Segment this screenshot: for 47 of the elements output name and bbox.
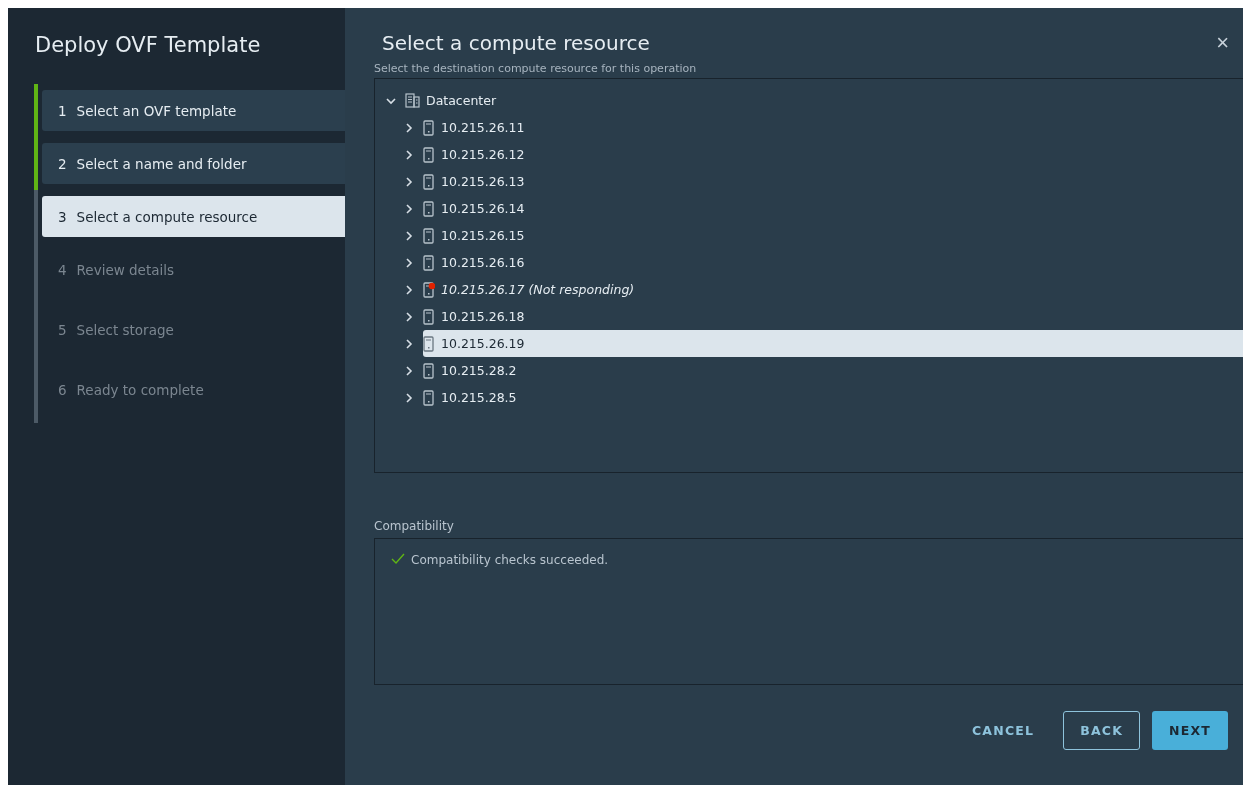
chevron-right-icon[interactable] [403, 229, 415, 242]
server-alert-icon [423, 281, 435, 298]
chevron-right-icon[interactable] [403, 310, 415, 323]
section-label: Compatibility [374, 519, 455, 533]
server-icon [423, 200, 435, 217]
tree-node[interactable]: 10.215.28.2 [423, 357, 1243, 384]
server-icon [423, 308, 435, 325]
wizard-step[interactable]: 1 Select an OVF template [42, 90, 345, 131]
back-button[interactable]: BACK [1063, 711, 1141, 750]
tree-node[interactable]: 10.215.26.17 (Not responding) [423, 276, 1243, 303]
wizard-step[interactable]: 3 Select a compute resource [42, 196, 345, 237]
server-icon [423, 335, 435, 352]
tree-node[interactable]: Datacenter [405, 87, 1243, 114]
next-button[interactable]: NEXT [1152, 711, 1228, 750]
chevron-right-icon[interactable] [403, 256, 415, 269]
wizard-title: Deploy OVF Template [34, 32, 262, 59]
server-icon [423, 146, 435, 163]
server-icon [423, 119, 435, 136]
tree-node[interactable]: 10.215.26.13 [423, 168, 1243, 195]
chevron-right-icon[interactable] [403, 364, 415, 377]
building-icon [405, 93, 420, 108]
chevron-right-icon[interactable] [403, 175, 415, 188]
cancel-button[interactable]: CANCEL [954, 711, 1052, 750]
server-icon [423, 227, 435, 244]
tree-node[interactable]: 10.215.26.16 [423, 249, 1243, 276]
tree-node[interactable]: 10.215.26.12 [423, 141, 1243, 168]
chevron-right-icon[interactable] [403, 391, 415, 404]
server-icon [423, 389, 435, 406]
chevron-right-icon[interactable] [403, 202, 415, 215]
chevron-right-icon[interactable] [403, 121, 415, 134]
page-title: Select a compute resource [382, 31, 650, 55]
tree-node[interactable]: 10.215.26.11 [423, 114, 1243, 141]
wizard-step[interactable]: 2 Select a name and folder [42, 143, 345, 184]
server-icon [423, 362, 435, 379]
tree-node[interactable]: 10.215.26.18 [423, 303, 1243, 330]
tree-node[interactable]: 10.215.26.15 [423, 222, 1243, 249]
server-icon [423, 173, 435, 190]
chevron-right-icon[interactable] [403, 148, 415, 161]
chevron-right-icon[interactable] [403, 283, 415, 296]
tree-node[interactable]: 10.215.28.5 [423, 384, 1243, 411]
server-icon [423, 254, 435, 271]
chevron-right-icon[interactable] [403, 337, 415, 350]
instruction-text: Select the destination compute resource for this operation [374, 61, 698, 77]
close-button[interactable]: × [1216, 32, 1229, 54]
tree-node[interactable]: 10.215.26.19 [423, 330, 1243, 357]
tree-node[interactable]: 10.215.26.14 [423, 195, 1243, 222]
compatibility-message: Compatibility checks succeeded. [411, 553, 609, 567]
